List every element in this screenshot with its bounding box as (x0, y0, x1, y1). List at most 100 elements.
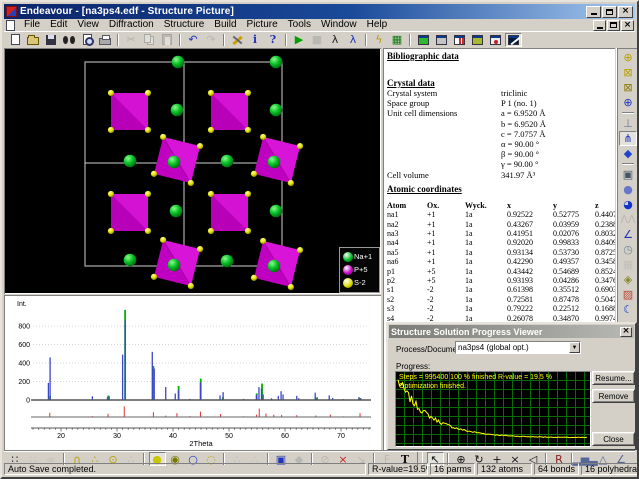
clock-view-button[interactable]: ◷ (619, 242, 637, 257)
table-cell: 0.87478 (553, 295, 595, 304)
structure-solution-button[interactable]: λ (327, 33, 344, 47)
minimize-icon (597, 27, 603, 29)
open-file-button[interactable] (25, 33, 42, 47)
table-cell: 0.43442 (507, 267, 553, 276)
dialog-titlebar[interactable]: Structure Solution Progress Viewer × (389, 325, 634, 338)
titlebar: Endeavour - [na3ps4.edf - Structure Pict… (4, 4, 635, 19)
table-cell: 0.44076 (595, 210, 615, 219)
menu-structure[interactable]: Structure (159, 19, 210, 31)
resume-button[interactable]: Resume... (592, 371, 635, 385)
atom-name-cell: s3 (387, 304, 427, 313)
structure-3d-view[interactable] (5, 49, 380, 293)
table-cell: 1a (465, 257, 507, 266)
new-document-button[interactable] (7, 33, 24, 47)
exchange-atoms-button[interactable]: ⊠ (619, 80, 637, 95)
menu-tools[interactable]: Tools (283, 19, 316, 31)
redo-button: ↷ (203, 33, 220, 47)
chevron-down-icon[interactable]: ▼ (569, 342, 580, 353)
menu-help[interactable]: Help (362, 19, 393, 31)
layout-data-button[interactable] (487, 33, 504, 47)
close-dialog-button[interactable]: Close (592, 432, 635, 446)
svg-text:50: 50 (225, 433, 233, 440)
origin-button[interactable]: ◈ (619, 272, 637, 287)
layout-pattern-button[interactable] (451, 33, 468, 47)
table-cell: 1a (465, 304, 507, 313)
spheres-flat-button[interactable]: ● (619, 182, 637, 197)
paste-icon (162, 34, 172, 45)
bonds-button[interactable]: ⋔ (619, 131, 637, 146)
mdi-minimize-button[interactable] (593, 20, 606, 31)
solution-viewer-button[interactable]: λ (345, 33, 362, 47)
table-cell: -2 (427, 304, 465, 313)
unit-cell-button[interactable]: ▣ (619, 167, 637, 182)
exchange-atoms-icon: ⊠ (623, 82, 632, 93)
close-icon: × (622, 327, 630, 336)
save-file-button[interactable] (43, 33, 60, 47)
layout-mixed-button[interactable] (469, 33, 486, 47)
layout-blank-button[interactable] (433, 33, 450, 47)
undo-button[interactable]: ↶ (185, 33, 202, 47)
table-cell: 0.53730 (553, 248, 595, 257)
info-button[interactable]: i (247, 33, 264, 47)
crystal-data-label (387, 149, 501, 159)
table-cell: 0.72581 (507, 295, 553, 304)
menu-picture[interactable]: Picture (242, 19, 283, 31)
layout-structure-button[interactable] (415, 33, 432, 47)
menu-view[interactable]: View (72, 19, 104, 31)
render-quality-button[interactable]: ☾ (619, 302, 637, 317)
polyhedra-button[interactable]: ◆ (619, 146, 637, 161)
process-document-select[interactable]: na3ps4 (global opt.) ▼ (455, 341, 581, 354)
atom-legend: Na+1P+5S-2 (339, 247, 380, 293)
find-button[interactable] (61, 33, 78, 47)
translate-atoms-button[interactable]: ⊕ (619, 50, 637, 65)
picture-export-button[interactable]: ▨ (619, 287, 637, 302)
menu-edit[interactable]: Edit (45, 19, 72, 31)
svg-text:70: 70 (337, 433, 345, 440)
start-calculation-button[interactable]: ▶ (291, 33, 308, 47)
pattern-window-icon: ▦ (392, 34, 402, 45)
close-button[interactable]: × (618, 6, 633, 18)
distances-icon: ΛΛ (620, 214, 635, 225)
menu-window[interactable]: Window (316, 19, 362, 31)
context-help-button[interactable]: ? (265, 33, 282, 47)
atom-name-cell: p1 (387, 267, 427, 276)
diffraction-pattern-view[interactable]: 02004006008002030405060702ThetaInt. (5, 296, 378, 447)
swap-atoms-icon: ⊠ (623, 67, 632, 78)
mdi-restore-button[interactable] (607, 20, 620, 31)
table-cell: 1a (465, 220, 507, 229)
print-preview-button[interactable] (79, 33, 96, 47)
print-icon (99, 38, 111, 45)
table-cell: 0.22512 (553, 304, 595, 313)
spheres-3d-button[interactable]: ◕ (619, 197, 637, 212)
quick-launch-button[interactable]: ϟ (371, 33, 388, 47)
table-cell: 0.41951 (507, 229, 553, 238)
print-preview-icon (83, 34, 92, 45)
menubar: FileEditViewDiffractionStructureBuildPic… (4, 19, 635, 31)
menu-build[interactable]: Build (209, 19, 241, 31)
pattern-window-button[interactable]: ▦ (389, 33, 406, 47)
table-cell: 1a (465, 210, 507, 219)
minimize-button[interactable] (586, 6, 601, 18)
mdi-close-button[interactable]: × (621, 20, 634, 31)
restore-button[interactable] (602, 6, 617, 18)
move-atoms-button[interactable]: ⊕ (619, 95, 637, 110)
coordination-button[interactable]: ⊥ (619, 116, 637, 131)
remove-button[interactable]: Remove (592, 389, 635, 403)
layout-picture-button[interactable] (505, 33, 522, 47)
legend-label: S-2 (354, 278, 366, 287)
unit-cell-icon: ▣ (623, 169, 633, 180)
legend-atom-icon (343, 265, 353, 275)
menu-diffraction[interactable]: Diffraction (104, 19, 159, 31)
angles-button[interactable]: ∠ (619, 227, 637, 242)
crystal-data-label: Unit cell dimensions (387, 108, 501, 118)
toolbar-separator (365, 34, 367, 46)
crystal-data-value: b = 6.9520 Å (501, 119, 615, 129)
swap-atoms-button[interactable]: ⊠ (619, 65, 637, 80)
svg-text:2Theta: 2Theta (189, 439, 213, 447)
menu-file[interactable]: File (19, 19, 45, 31)
print-button[interactable] (97, 33, 114, 47)
table-cell: 0.61398 (507, 285, 553, 294)
dialog-close-button[interactable]: × (620, 327, 632, 337)
options-tools-button[interactable] (229, 33, 246, 47)
toolbar-separator (409, 34, 411, 46)
